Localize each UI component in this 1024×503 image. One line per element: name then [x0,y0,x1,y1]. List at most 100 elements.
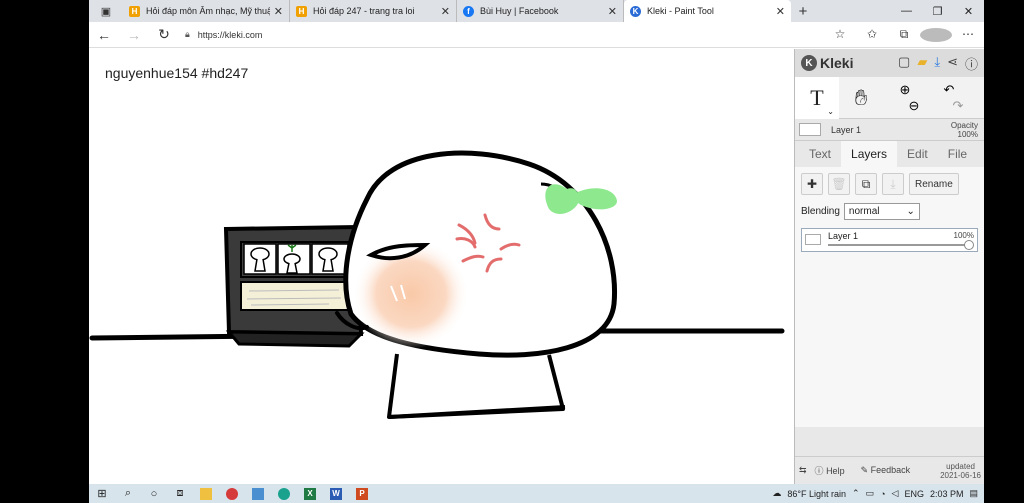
text-tool-button[interactable]: T ⌄ [795,76,839,119]
lang-indicator[interactable]: ENG [904,489,924,499]
maximize-icon[interactable]: ❐ [922,0,953,22]
undo-icon[interactable]: ↶ [944,82,955,98]
close-tab-icon[interactable]: ✕ [274,5,283,18]
tab-file[interactable]: File [938,141,977,167]
windows-start-icon[interactable]: ⊞ [89,487,115,500]
minimize-icon[interactable]: — [891,0,922,22]
layer-item-name: Layer 1 [828,231,859,241]
new-image-icon[interactable]: ▢ [898,54,910,73]
tab-actions-icon[interactable]: ▣ [89,0,123,22]
close-window-icon[interactable]: ✕ [953,0,984,22]
kleki-logo-icon: K [801,55,817,71]
zoom-in-icon[interactable]: ⊕ [900,82,911,98]
weather-cloud-icon[interactable]: ☁︎ [772,488,781,499]
layer-thumbnail [799,123,821,136]
layer-opacity-slider[interactable] [828,244,969,246]
forward-arrow-icon[interactable]: → [119,27,149,43]
close-tab-icon[interactable]: ✕ [441,5,450,18]
clock[interactable]: 2:03 PM [930,489,964,499]
hoidap-favicon-icon: H [296,5,307,17]
tab-am-nhac[interactable]: H Hỏi đáp môn Âm nhạc, Mỹ thuật, ✕ [123,0,290,22]
laptop-drawing [223,224,365,348]
chevron-down-icon: ⌄ [906,206,915,217]
blending-select[interactable]: normal ⌄ [843,203,920,220]
text-tool-icon: T [810,84,824,110]
windows-taskbar: ⊞ ⌕ ○ ⧈ X W P ☁︎ 86°F Light rain ⌃ ▭ ◔ ◁… [89,484,984,503]
kleki-logo: K Kleki [801,55,853,71]
share-icon[interactable]: ⋖ [947,54,958,73]
tab-hoidap247[interactable]: H Hỏi đáp 247 - trang tra loi ✕ [290,0,457,22]
duplicate-layer-button[interactable]: ⧉ [855,173,877,195]
add-layer-button[interactable]: ✚ [801,173,823,195]
tab-kleki[interactable]: K Kleki - Paint Tool ✕ [624,0,791,22]
close-tab-icon[interactable]: ✕ [776,5,785,18]
swap-side-icon[interactable]: ⇆ [799,465,807,476]
rename-button[interactable]: Rename [909,173,959,195]
character-drawing [335,150,618,419]
layer-list-item[interactable]: Layer 1 100% [801,228,978,252]
notification-icon[interactable]: ▤ [969,488,978,499]
collections-icon[interactable]: ⧉ [888,27,920,42]
excel-icon[interactable]: X [297,487,323,500]
monitor-app-icon[interactable] [245,487,271,500]
back-arrow-icon[interactable]: ← [89,27,119,43]
word-icon[interactable]: W [323,487,349,500]
lock-icon[interactable]: 🔒︎ [185,29,190,40]
slider-handle[interactable] [964,240,974,250]
browser-window: ▣ H Hỏi đáp môn Âm nhạc, Mỹ thuật, ✕ H H… [89,0,984,503]
current-layer-strip[interactable]: Layer 1 Opacity 100% [795,119,984,141]
chevron-down-icon[interactable]: ⌄ [827,107,834,116]
favorite-star-icon[interactable]: ☆ [824,27,856,42]
delete-layer-button[interactable]: 🗑︎ [828,173,850,195]
help-circle-icon[interactable]: ⓘ [965,54,978,73]
profile-avatar[interactable] [920,27,952,42]
updated-info[interactable]: updated 2021-06-16 [940,462,981,480]
speaker-icon[interactable]: ◁ [892,488,899,499]
download-icon[interactable]: ⤓ [934,54,940,73]
tool-row: T ⌄ ✋︎ ⊕ ⊖ ↶ ↷ [795,76,984,119]
layer-item-opacity: 100% [953,231,974,240]
merge-layer-button[interactable]: ⤓ [882,173,904,195]
help-link[interactable]: ⓘ Help [815,464,853,477]
refresh-icon[interactable]: ↻ [149,26,179,43]
current-layer-name: Layer 1 [831,124,862,135]
tab-edit[interactable]: Edit [897,141,938,167]
cortana-icon[interactable]: ○ [141,488,167,500]
weather-text[interactable]: 86°F Light rain [787,489,846,499]
app-red-icon[interactable] [219,487,245,500]
url-field[interactable]: 🔒︎ https://kleki.com [185,25,795,45]
file-explorer-icon[interactable] [193,487,219,500]
hand-icon: ✋︎ [854,84,868,110]
close-tab-icon[interactable]: ✕ [608,5,617,18]
layer-thumbnail [805,234,821,245]
network-icon[interactable]: ◔ [880,489,885,499]
drawing-canvas[interactable]: nguyenhue154 #hd247 [89,49,794,484]
zoom-out-icon[interactable]: ⊖ [909,98,920,114]
search-icon[interactable]: ⌕ [115,487,141,500]
redo-icon[interactable]: ↷ [953,98,964,114]
canvas-caption: nguyenhue154 #hd247 [105,65,249,81]
more-menu-icon[interactable]: ⋯ [952,27,984,42]
panel-footer: ⇆ ⓘ Help ✎ Feedback updated 2021-06-16 [795,456,984,484]
opacity-readout[interactable]: Opacity 100% [951,121,978,139]
new-tab-button[interactable]: + [791,3,815,20]
tab-facebook[interactable]: f Bùi Huy | Facebook ✕ [457,0,624,22]
powerpoint-icon[interactable]: P [349,487,375,500]
tab-text[interactable]: Text [799,141,841,167]
kleki-panel: K Kleki ▢ ▰ ⤓ ⋖ ⓘ T ⌄ ✋︎ ⊕ ⊖ ↶ ↷ Layer 1… [794,49,984,484]
drawing-artwork [89,150,785,419]
edge-browser-icon[interactable] [271,487,297,500]
tab-title: Hỏi đáp môn Âm nhạc, Mỹ thuật, [146,6,270,16]
address-bar: ← → ↻ 🔒︎ https://kleki.com ☆ ✩ ⧉ ⋯ [89,22,984,48]
feedback-link[interactable]: ✎ Feedback [861,465,919,476]
layers-tab-content: ✚ 🗑︎ ⧉ ⤓ Rename Blending normal ⌄ Layer … [795,167,984,427]
task-view-icon[interactable]: ⧈ [167,487,193,500]
hand-tool-button[interactable]: ✋︎ [839,77,883,119]
battery-icon[interactable]: ▭ [866,488,875,499]
panel-header: K Kleki ▢ ▰ ⤓ ⋖ ⓘ [795,49,984,77]
hoidap-favicon-icon: H [129,5,140,17]
open-folder-icon[interactable]: ▰ [917,54,927,73]
chevron-up-icon[interactable]: ⌃ [852,488,860,499]
tab-layers[interactable]: Layers [841,141,898,167]
favorites-list-icon[interactable]: ✩ [856,27,888,42]
